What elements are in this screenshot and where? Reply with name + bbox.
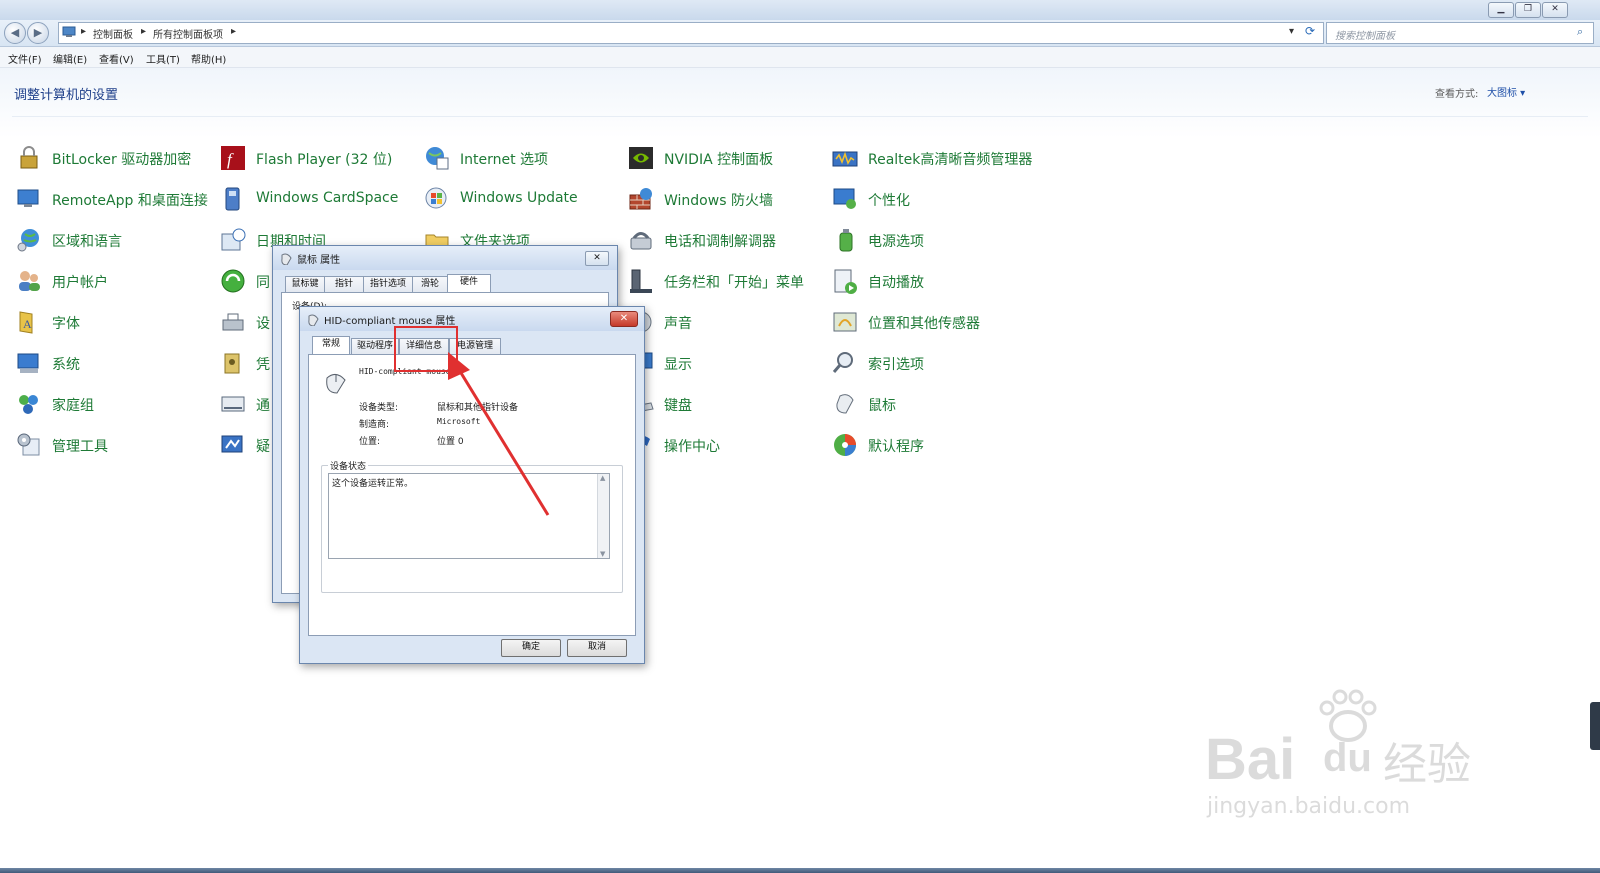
watermark-du: du bbox=[1323, 736, 1372, 780]
watermark-jingyan: 经验 bbox=[1383, 739, 1471, 790]
taskbar bbox=[0, 868, 1600, 873]
watermark-bai: Bai bbox=[1205, 727, 1296, 792]
edge-handle[interactable] bbox=[1590, 702, 1600, 750]
watermark-url: jingyan.baidu.com bbox=[1207, 794, 1411, 819]
baidu-watermark: Bai du 经验 jingyan.baidu.com bbox=[1205, 688, 1495, 828]
